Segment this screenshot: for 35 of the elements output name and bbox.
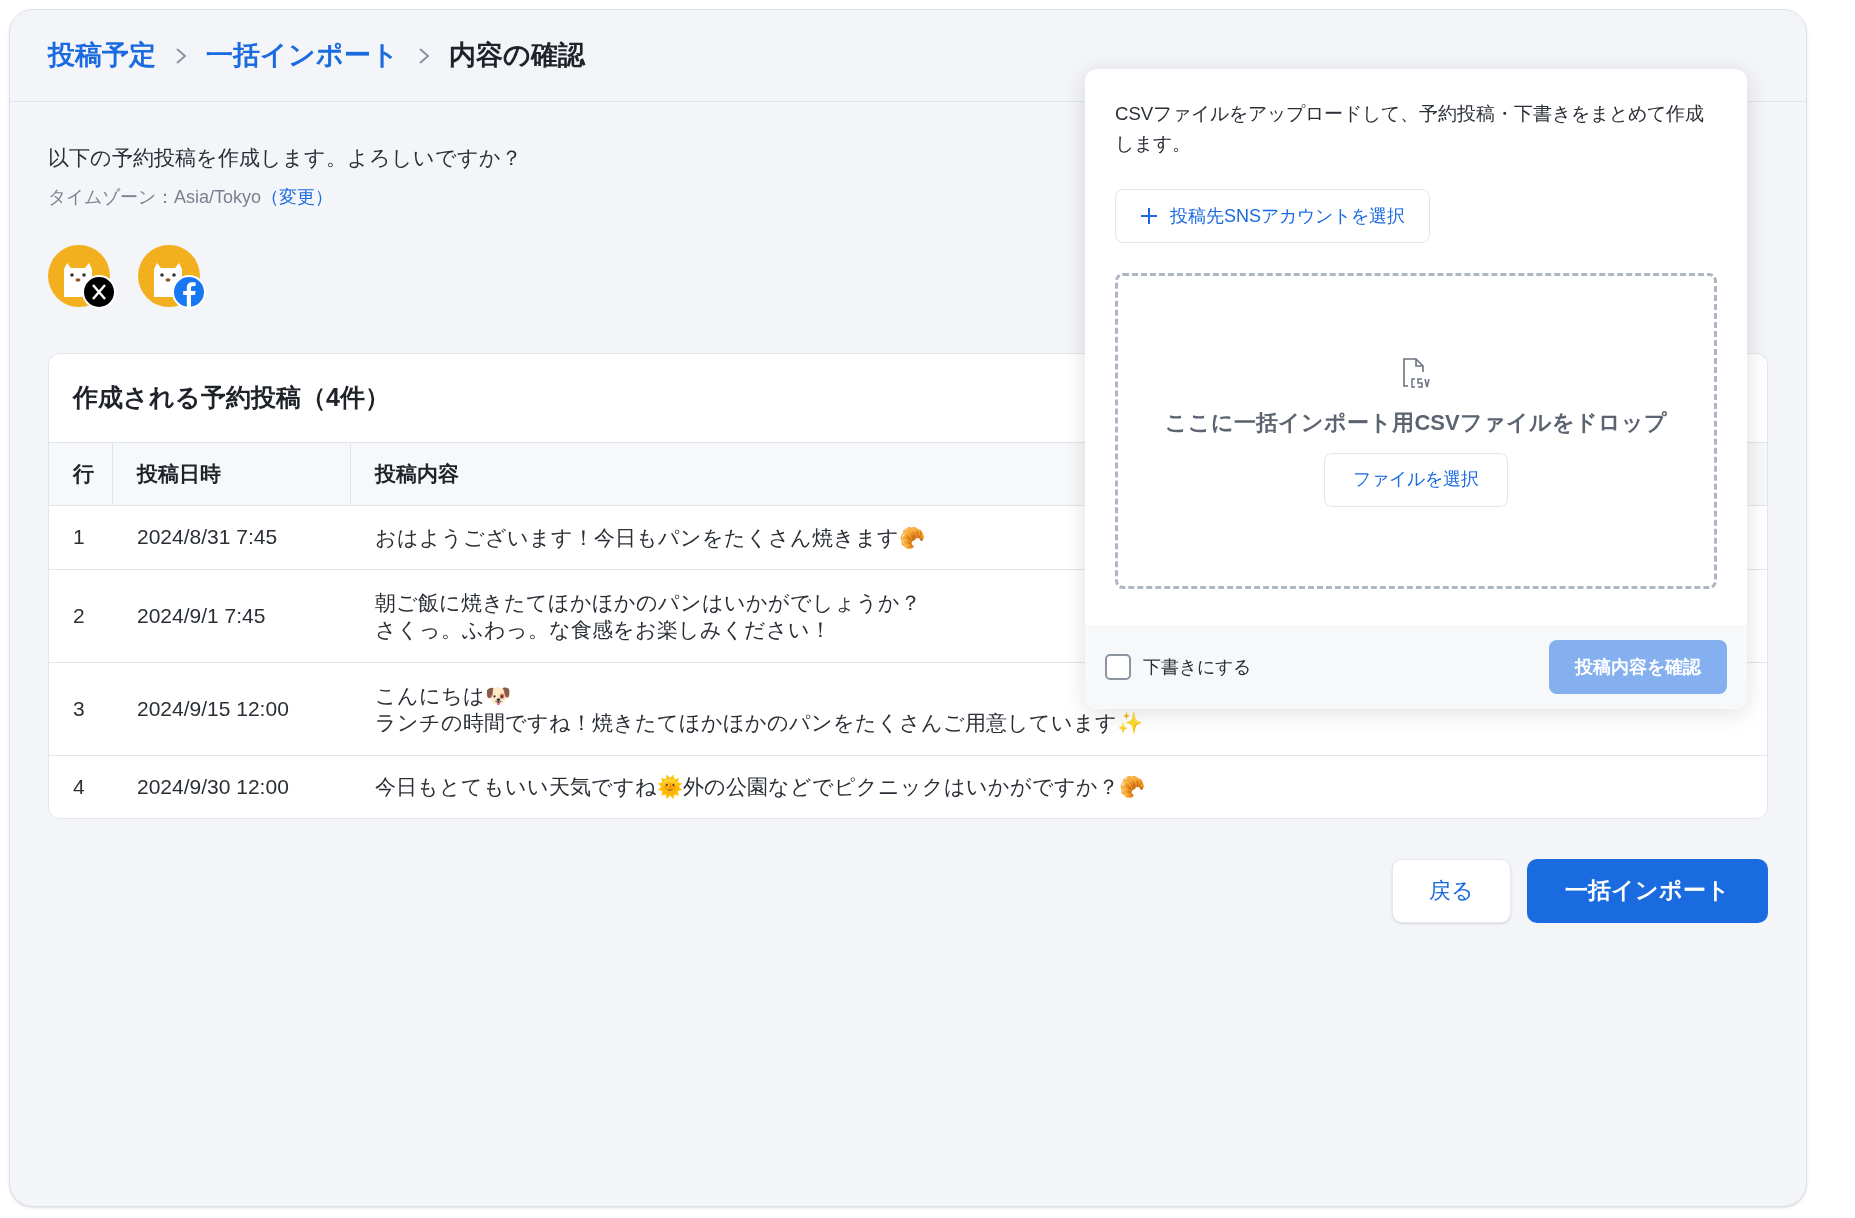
table-cell-text: おはようございます！今日もパンをたくさん焼きます🥐	[375, 524, 925, 551]
select-account-button[interactable]: 投稿先SNSアカウントを選択	[1115, 189, 1430, 243]
breadcrumb-link[interactable]: 一括インポート	[206, 35, 399, 76]
confirm-message: 以下の予約投稿を作成します。よろしいですか？	[48, 145, 522, 171]
choose-file-button[interactable]: ファイルを選択	[1324, 452, 1508, 507]
table-cell-text: 2024/9/1 7:45	[136, 602, 267, 629]
column-header: 投稿日時	[137, 460, 221, 487]
dropzone-text: ここに一括インポート用CSVファイルをドロップ	[1165, 408, 1667, 437]
back-button[interactable]: 戻る	[1392, 858, 1511, 923]
table-cell-text: 2024/9/30 12:00	[136, 773, 290, 800]
import-button[interactable]: 一括インポート	[1527, 858, 1768, 923]
table-cell-text: 2024/9/15 12:00	[136, 695, 290, 722]
breadcrumb-link[interactable]: 投稿予定	[48, 35, 156, 76]
column-header: 行	[73, 460, 94, 487]
table-cell-text: 2024/8/31 7:45	[136, 524, 279, 551]
timezone-text: タイムゾーン：Asia/Tokyo	[48, 185, 262, 209]
table-title: 作成される予約投稿（4件）	[73, 381, 390, 413]
chevron-right-icon	[174, 45, 188, 66]
table-cell-text: 3	[72, 695, 86, 722]
chevron-right-icon	[417, 45, 431, 66]
table-cell-text: 1	[72, 524, 86, 551]
draft-label: 下書きにする	[1143, 655, 1251, 679]
table-cell-text: 2	[72, 602, 86, 629]
table-cell-text: 4	[72, 773, 86, 800]
breadcrumb-current: 内容の確認	[449, 39, 585, 73]
file-dropzone[interactable]: ここに一括インポート用CSVファイルをドロップ ファイルを選択	[1115, 273, 1717, 589]
table-cell-text: こんにちは🐶 ランチの時間ですね！焼きたてほかほかのパンをたくさんご用意しています✨	[375, 682, 1143, 736]
plus-icon	[1140, 207, 1158, 225]
popover-description: CSVファイルをアップロードして、予約投稿・下書きをまとめて作成します。	[1115, 102, 1706, 156]
column-header: 投稿内容	[375, 460, 459, 487]
change-timezone-link[interactable]: （変更）	[261, 183, 334, 211]
draft-checkbox[interactable]	[1105, 654, 1131, 680]
table-cell-text: 今日もとてもいい天気ですね🌞外の公園などでピクニックはいかがですか？🥐	[375, 774, 1145, 800]
table-cell-text: 朝ご飯に焼きたてほかほかのパンはいかがでしょうか？ さくっ。ふわっ。な食感をお楽しみください！	[375, 589, 921, 643]
confirm-content-button: 投稿内容を確認	[1549, 640, 1727, 694]
